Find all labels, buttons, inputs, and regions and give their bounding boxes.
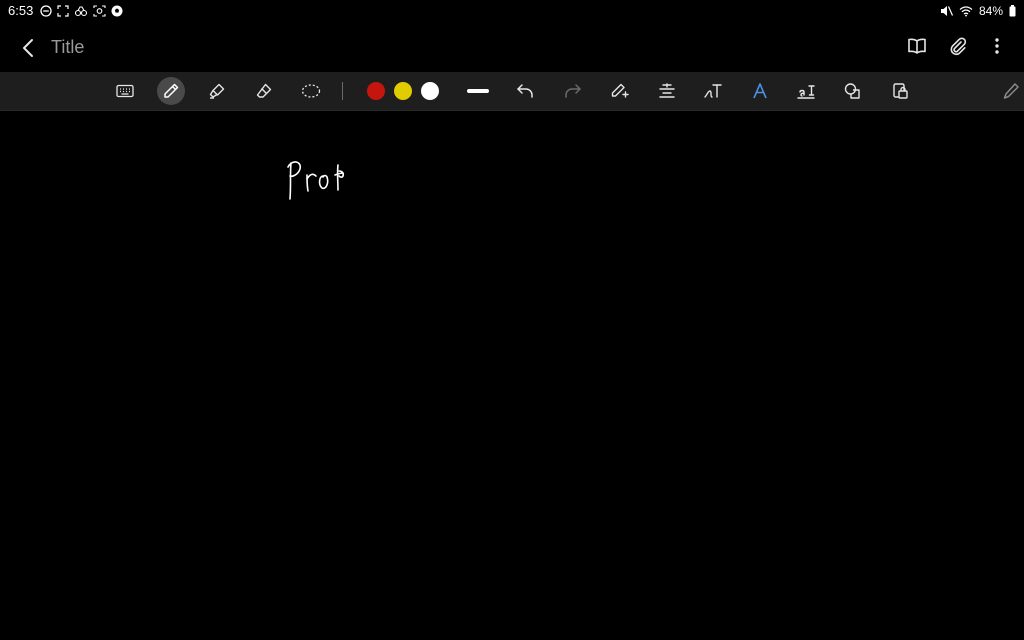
redo-icon [565, 84, 581, 98]
pen-settings-icon [611, 83, 629, 98]
handwritten-ink-strokes [287, 161, 345, 200]
drawing-toolbar [0, 72, 1024, 111]
eraser-tool-button[interactable] [250, 77, 278, 105]
text-align-icon [659, 83, 675, 98]
back-arrow-icon [23, 39, 33, 57]
title-bar: Title [0, 22, 1024, 72]
back-button[interactable] [14, 34, 42, 62]
more-vertical-icon [995, 38, 999, 54]
stroke-width-button[interactable] [464, 77, 492, 105]
status-time: 6:53 [8, 3, 34, 18]
undo-button[interactable] [511, 77, 539, 105]
battery-percentage: 84% [978, 4, 1003, 18]
do-not-disturb-icon [40, 5, 52, 17]
lock-button[interactable] [886, 77, 914, 105]
text-box-icon [797, 85, 815, 99]
handwriting-to-text-icon [704, 84, 722, 98]
soccer-ball-icon [111, 5, 123, 17]
drawing-canvas[interactable] [0, 111, 1024, 640]
keyboard-button[interactable] [111, 77, 139, 105]
note-title[interactable]: Title [51, 35, 84, 59]
eraser-icon [256, 83, 272, 98]
color-red-swatch[interactable] [367, 82, 385, 100]
paperclip-icon [950, 37, 967, 56]
redo-button[interactable] [559, 77, 587, 105]
lasso-icon [301, 84, 321, 98]
edit-pencil-icon [1003, 83, 1019, 99]
edit-pencil-button[interactable] [997, 77, 1024, 105]
color-white-swatch[interactable] [421, 82, 439, 100]
pen-settings-button[interactable] [606, 77, 634, 105]
text-style-icon [753, 83, 767, 99]
text-align-button[interactable] [653, 77, 681, 105]
highlighter-tool-button[interactable] [203, 77, 231, 105]
battery-icon [1009, 5, 1016, 17]
status-right: 84% [940, 3, 1016, 19]
text-box-button[interactable] [792, 77, 820, 105]
mute-icon [940, 5, 953, 17]
pen-icon [164, 83, 179, 98]
cast-icon [74, 5, 88, 17]
screenshot-icon [57, 5, 69, 17]
toolbar-divider [342, 82, 343, 100]
note-screen: 6:53 84% Title [0, 0, 1024, 640]
scan-icon [93, 5, 106, 17]
undo-icon [517, 84, 533, 98]
status-bar: 6:53 84% [0, 0, 1024, 22]
stroke-width-icon [467, 89, 489, 93]
status-left: 6:53 [8, 3, 123, 19]
lasso-tool-button[interactable] [297, 77, 325, 105]
shapes-button[interactable] [839, 77, 867, 105]
text-style-button[interactable] [746, 77, 774, 105]
highlighter-icon [209, 83, 225, 99]
book-icon [908, 38, 926, 54]
color-yellow-swatch[interactable] [394, 82, 412, 100]
pen-tool-button[interactable] [157, 77, 185, 105]
wifi-icon [959, 5, 973, 17]
keyboard-icon [116, 84, 134, 98]
attach-button[interactable] [944, 33, 970, 59]
more-options-button[interactable] [984, 33, 1010, 59]
lock-icon [893, 83, 908, 99]
handwriting-to-text-button[interactable] [699, 77, 727, 105]
title-actions [904, 33, 1010, 59]
shapes-icon [844, 83, 860, 99]
reading-mode-button[interactable] [904, 33, 930, 59]
